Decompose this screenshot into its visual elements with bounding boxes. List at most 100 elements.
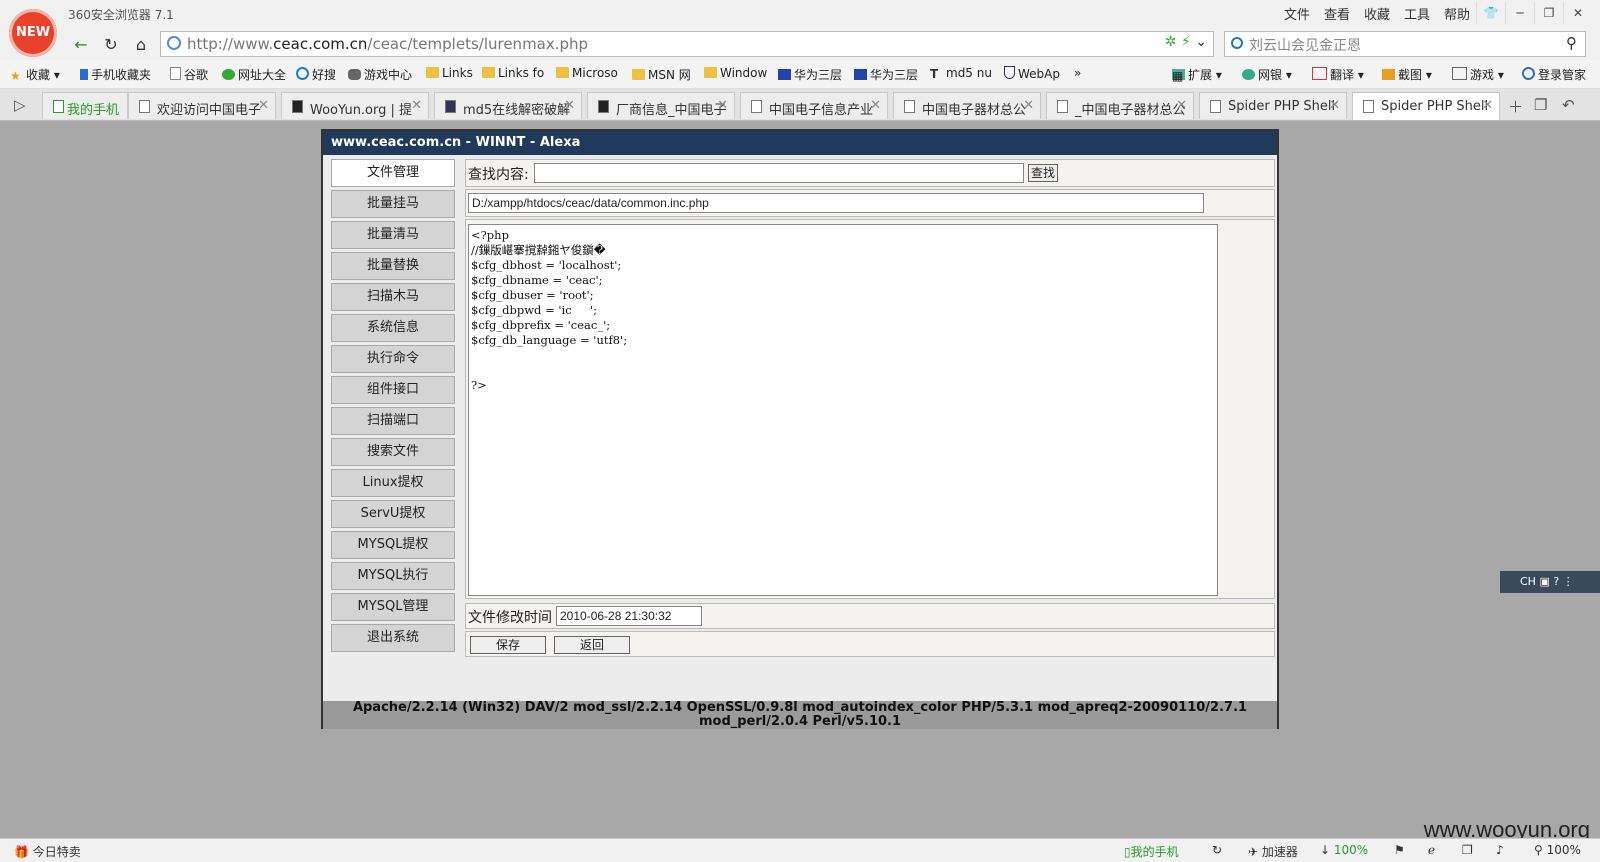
close-tab-icon[interactable]: ✕ (1329, 98, 1340, 113)
search-box[interactable]: 刘云山会见金正恩 ⚲ (1224, 31, 1586, 57)
menu-batch-trojan[interactable]: 批量挂马 (331, 190, 455, 218)
tool-extensions[interactable]: ▦ 扩展 ▾ (1172, 66, 1222, 83)
address-bar[interactable]: http://www.ceac.com.cn/ceac/templets/lur… (160, 31, 1214, 57)
menu-scan-ports[interactable]: 扫描端口 (331, 407, 455, 435)
minimize-button[interactable]: ─ (1505, 2, 1534, 24)
tool-login-manager[interactable]: 登录管家 (1522, 66, 1586, 83)
menu-view[interactable]: 查看 (1324, 4, 1350, 23)
tool-screenshot[interactable]: 截图 ▾ (1382, 66, 1432, 83)
status-download[interactable]: ↓ 100% (1320, 843, 1368, 857)
browser-logo[interactable]: NEW (9, 9, 57, 57)
close-tab-icon[interactable]: ✕ (564, 98, 575, 113)
new-tab-icon[interactable]: ＋ (1508, 96, 1523, 117)
menu-system-info[interactable]: 系统信息 (331, 314, 455, 342)
close-tab-icon[interactable]: ✕ (1482, 98, 1493, 113)
restore-button[interactable]: ❐ (1534, 2, 1563, 24)
tab-vendor[interactable]: 厂商信息_中国电子 ✕ (587, 92, 735, 119)
menu-mysql-manage[interactable]: MYSQL管理 (331, 593, 455, 621)
tab-welcome[interactable]: 欢迎访问中国电子 ✕ (128, 92, 276, 119)
sidebar-toggle-icon[interactable]: ▷ (14, 96, 26, 114)
status-flag-icon[interactable]: ⚑ (1394, 843, 1405, 857)
menu-help[interactable]: 帮助 (1444, 4, 1470, 23)
tab-wooyun[interactable]: WooYun.org | 提 ✕ (281, 92, 429, 119)
more-bookmarks-icon[interactable]: » (1074, 66, 1081, 80)
tab-my-phone[interactable]: 我的手机 (42, 92, 128, 119)
file-content-textarea[interactable]: <?php //鏁版嵁搴撹繛鎺ヤ俊鎭� $cfg_dbhost = 'local… (468, 224, 1218, 596)
bookmark-window[interactable]: Window (704, 66, 767, 80)
close-tab-icon[interactable]: ✕ (411, 98, 422, 113)
tab-industry[interactable]: 中国电子信息产业 ✕ (740, 92, 888, 119)
tab-ceac-1[interactable]: 中国电子器材总公 ✕ (893, 92, 1041, 119)
file-path-input[interactable]: D:/xampp/htdocs/ceac/data/common.inc.php (468, 193, 1204, 213)
find-input[interactable] (534, 163, 1024, 183)
menu-mysql-privesc[interactable]: MYSQL提权 (331, 531, 455, 559)
undo-close-icon[interactable]: ↶ (1562, 96, 1575, 114)
close-tab-icon[interactable]: ✕ (1176, 98, 1187, 113)
save-button[interactable]: 保存 (470, 636, 546, 654)
bookmark-microsoft[interactable]: Microso (556, 66, 618, 80)
page-icon (1363, 100, 1374, 113)
close-tab-icon[interactable]: ✕ (1023, 98, 1034, 113)
bookmark-md5[interactable]: Tmd5 nu (930, 66, 992, 81)
mtime-input[interactable]: 2010-06-28 21:30:32 (556, 606, 702, 626)
menu-file[interactable]: 文件 (1284, 4, 1310, 23)
back-arrow-icon[interactable]: ← (68, 34, 94, 56)
speed-mode-icon[interactable]: ✲ ⚡ ⌄ (1165, 34, 1207, 50)
tool-translate[interactable]: 翻译 ▾ (1312, 66, 1364, 83)
close-tab-icon[interactable]: ✕ (717, 98, 728, 113)
bookmark-webap[interactable]: WebAp (1004, 66, 1060, 81)
status-zoom[interactable]: ⚲ 100% (1534, 843, 1581, 857)
menu-component-interface[interactable]: 组件接口 (331, 376, 455, 404)
menu-bar: 文件 查看 收藏 工具 帮助 (1284, 4, 1470, 23)
bookmark-games[interactable]: 游戏中心 (348, 66, 412, 83)
menu-exec-command[interactable]: 执行命令 (331, 345, 455, 373)
status-accelerator[interactable]: ✈ 加速器 (1248, 843, 1298, 860)
ime-toolbar[interactable]: CH ▣ ? ⋮ (1500, 571, 1600, 593)
menu-search-files[interactable]: 搜索文件 (331, 438, 455, 466)
bookmark-google[interactable]: 谷歌 (170, 66, 208, 83)
bookmark-huawei-2[interactable]: 华为三层 (854, 66, 918, 83)
tab-spider-1[interactable]: Spider PHP Shell ✕ (1199, 92, 1347, 119)
tab-md5[interactable]: md5在线解密破解 ✕ (434, 92, 582, 119)
status-my-phone[interactable]: ▯我的手机 (1124, 843, 1179, 860)
close-tab-icon[interactable]: ✕ (870, 98, 881, 113)
bookmark-favorites[interactable]: ★ 收藏 ▾ (10, 66, 60, 83)
search-input[interactable]: 刘云山会见金正恩 (1249, 35, 1361, 55)
restore-tabs-icon[interactable]: ❐ (1534, 96, 1547, 114)
menu-favorites[interactable]: 收藏 (1364, 4, 1390, 23)
bookmark-haosou[interactable]: 好搜 (296, 66, 336, 83)
search-icon[interactable]: ⚲ (1566, 34, 1577, 52)
tab-spider-active[interactable]: Spider PHP Shell ✕ (1352, 92, 1500, 120)
close-button[interactable]: ✕ (1563, 2, 1592, 24)
home-icon[interactable]: ⌂ (128, 34, 154, 56)
tab-ceac-2[interactable]: _中国电子器材总公 ✕ (1046, 92, 1194, 119)
bookmark-msn[interactable]: MSN 网 (632, 66, 691, 83)
bookmark-links[interactable]: Links (426, 66, 473, 80)
page-icon (1210, 100, 1221, 113)
tool-games[interactable]: 游戏 ▾ (1452, 66, 1504, 83)
menu-servu-privesc[interactable]: ServU提权 (331, 500, 455, 528)
tool-banking[interactable]: 网银 ▾ (1242, 66, 1292, 83)
menu-batch-clean[interactable]: 批量清马 (331, 221, 455, 249)
find-button[interactable]: 查找 (1028, 164, 1058, 182)
menu-batch-replace[interactable]: 批量替换 (331, 252, 455, 280)
menu-linux-privesc[interactable]: Linux提权 (331, 469, 455, 497)
menu-file-manager[interactable]: 文件管理 (331, 159, 455, 187)
menu-logout[interactable]: 退出系统 (331, 624, 455, 652)
status-ie-icon[interactable]: ℯ (1428, 843, 1435, 857)
bookmark-links-fo[interactable]: Links fo (482, 66, 544, 80)
skin-icon[interactable]: 👕 (1476, 2, 1505, 24)
status-window-icon[interactable]: ❐ (1462, 843, 1473, 857)
bookmark-site-nav[interactable]: 网址大全 (222, 66, 286, 83)
back-button[interactable]: 返回 (554, 636, 630, 654)
menu-mysql-exec[interactable]: MYSQL执行 (331, 562, 455, 590)
bookmark-mobile[interactable]: 手机收藏夹 (80, 66, 151, 83)
status-sound-icon[interactable]: ♪ (1496, 843, 1504, 857)
refresh-icon[interactable]: ↻ (98, 34, 124, 56)
status-refresh-icon[interactable]: ↻ (1212, 843, 1222, 857)
close-tab-icon[interactable]: ✕ (258, 98, 269, 113)
menu-tools[interactable]: 工具 (1404, 4, 1430, 23)
daily-deals[interactable]: 🎁 今日特卖 (14, 843, 81, 860)
menu-scan-trojan[interactable]: 扫描木马 (331, 283, 455, 311)
bookmark-huawei-1[interactable]: 华为三层 (778, 66, 842, 83)
